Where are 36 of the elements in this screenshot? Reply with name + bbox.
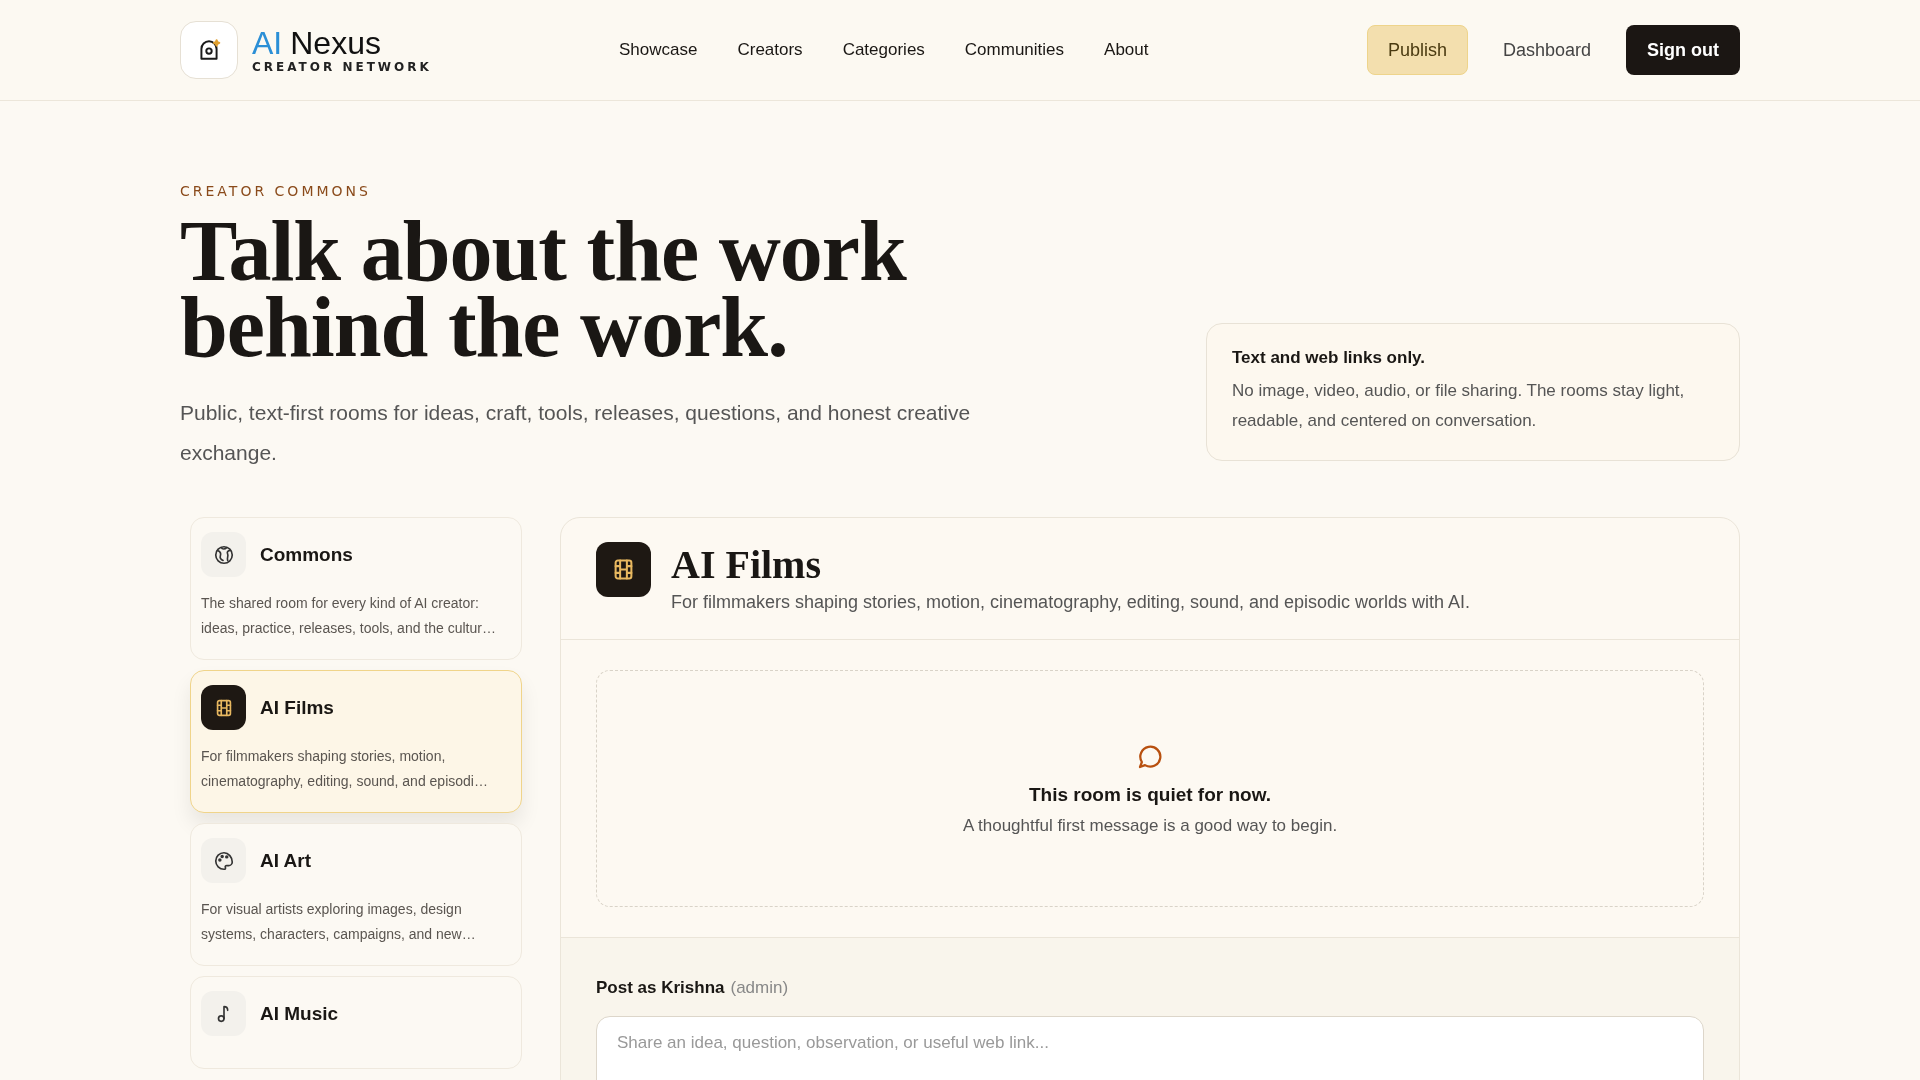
room-name: AI Films [260,696,334,719]
role-label: (admin) [730,978,789,998]
nav-link[interactable]: Communities [964,40,1065,60]
room-description: For filmmakers shaping stories, motion, cinematography, editing, sound, and episodic worlds with AI. [671,592,1471,613]
room-description: The shared room for every kind of AI creator: ideas, practice, releases, tools, and the cultur… [201,594,497,638]
brand-accent: AI [252,25,283,61]
room-name: AI Art [260,849,312,872]
dashboard-link[interactable]: Dashboard [1481,25,1612,75]
room-title: AI Films [671,542,822,588]
brand-name: Nexus [290,25,381,61]
room-card[interactable]: AI Art For visual artists exploring images, design systems, characters, campaigns, and new… [190,823,522,966]
brand-tagline: CREATOR NETWORK [252,60,432,74]
sign-out-button[interactable]: Sign out [1626,25,1740,75]
nav-link[interactable]: About [1104,40,1149,60]
room-description: For filmmakers shaping stories, motion, cinematography, editing, sound, and episodi… [201,747,489,791]
post-as-label: Post as Krishna [596,978,725,998]
eyebrow-label: CREATOR COMMONS [180,183,372,199]
nav-link[interactable]: Creators [737,40,803,60]
room-description: For visual artists exploring images, design systems, characters, campaigns, and new… [201,900,477,944]
nav-link[interactable]: Categories [842,40,925,60]
globe-icon [212,543,235,566]
hero-subtitle: Public, text-first rooms for ideas, craft, tools, releases, questions, and honest creative exchange. [180,400,972,466]
room-name: Commons [260,543,353,566]
room-card[interactable]: AI Films For filmmakers shaping stories, motion, cinematography, editing, sound, and episodi… [190,670,522,813]
palette-icon [212,849,235,872]
room-name: AI Music [260,1002,339,1025]
empty-state-text: A thoughtful first message is a good way to begin. [962,815,1338,836]
hero-heading: Talk about the work behind the work. [180,213,908,365]
publish-button[interactable]: Publish [1366,25,1468,75]
notice-title: Text and web links only. [1232,348,1427,368]
notice-text: No image, video, audio, or file sharing. The rooms stay light, readable, and centered on conversation. [1232,380,1686,432]
empty-state-title: This room is quiet for now. [1028,783,1272,806]
message-field[interactable]: Share an idea, question, observation, or useful web link... [596,1016,1704,1080]
room-card[interactable]: Commons The shared room for every kind of AI creator: ideas, practice, releases, tools, and the cultur… [190,517,522,660]
nav-link[interactable]: Showcase [619,40,698,60]
room-card[interactable]: AI Music [190,976,522,1069]
